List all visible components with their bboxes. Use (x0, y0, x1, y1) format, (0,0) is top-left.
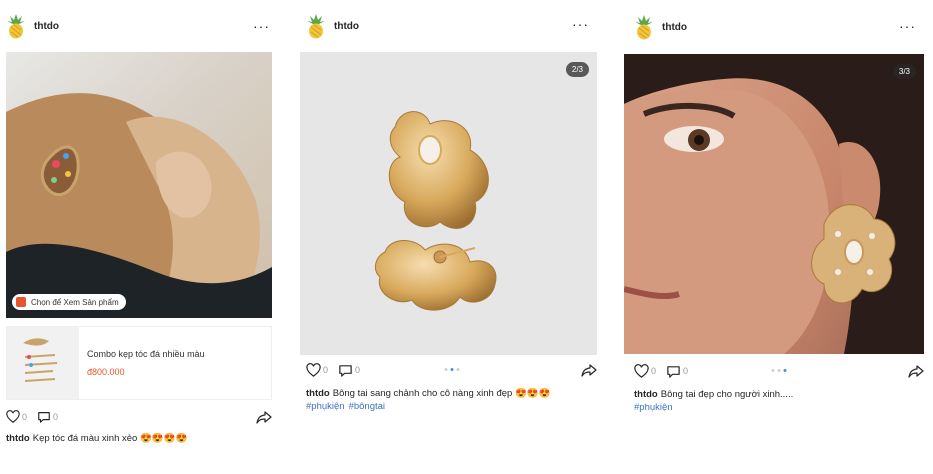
post-card-1: thtdo ··· Chọn để Xem Sản phẩm Combo kẹp… (6, 0, 272, 445)
comment-count: 0 (53, 412, 59, 422)
post-image[interactable]: 3/3 (624, 54, 924, 354)
comment-count: 0 (683, 366, 689, 376)
product-price: đ800.000 (87, 367, 125, 377)
post-card-3: thtdo ··· 3/3 0 0 thtdo Bông tai đẹp cho… (624, 0, 924, 414)
post-header: thtdo ··· (624, 0, 924, 54)
like-button[interactable]: 0 (6, 410, 27, 424)
heart-icon[interactable] (634, 364, 649, 379)
caption-username[interactable]: thtdo (306, 388, 330, 399)
like-button[interactable]: 0 (634, 364, 656, 379)
view-products-label: Chọn để Xem Sản phẩm (31, 297, 119, 307)
carousel-dot-active[interactable] (450, 368, 453, 371)
post-card-2: thtdo ··· 2/3 0 0 thtdo Bông tai sang ch… (300, 0, 597, 413)
like-button[interactable]: 0 (306, 363, 328, 378)
earring-bottom-illustration (374, 240, 497, 311)
caption-text: Bông tai đẹp cho người xinh..... (660, 389, 794, 400)
carousel-dot[interactable] (444, 368, 447, 371)
more-icon[interactable]: ··· (572, 17, 589, 31)
hashtag-phukien[interactable]: #phụkiện (306, 401, 345, 412)
image-counter: 3/3 (892, 64, 916, 79)
caption-text: Bông tai sang chảnh cho cô nàng xinh đẹp… (332, 388, 551, 399)
comment-button[interactable]: 0 (37, 410, 58, 424)
product-name[interactable]: Combo kẹp tóc đá nhiều màu (87, 349, 205, 359)
share-icon[interactable] (581, 362, 597, 378)
view-products-tag[interactable]: Chọn để Xem Sản phẩm (12, 294, 126, 310)
comment-icon[interactable] (666, 364, 681, 379)
share-icon[interactable] (256, 409, 272, 425)
pineapple-avatar-icon[interactable] (306, 13, 326, 39)
like-count: 0 (22, 412, 28, 422)
carousel-dot[interactable] (777, 369, 781, 372)
caption: thtdo Bông tai sang chảnh cho cô nàng xin… (306, 387, 597, 400)
product-info: Combo kẹp tóc đá nhiều màu đ800.000 (87, 349, 205, 377)
comment-icon[interactable] (37, 410, 51, 424)
comment-button[interactable]: 0 (338, 363, 360, 378)
carousel-dot[interactable] (771, 369, 775, 372)
action-bar: 0 0 (6, 406, 272, 428)
post-header: thtdo ··· (6, 0, 272, 52)
model-photo-illustration (624, 54, 924, 354)
hashtags: #phụkiện (634, 401, 924, 414)
share-icon[interactable] (908, 363, 924, 379)
caption-text: Kẹp tóc đá màu xinh xẻo 😍😍😍😍 (32, 433, 188, 444)
carousel-dot-active[interactable] (783, 369, 787, 372)
caption-username[interactable]: thtdo (6, 433, 30, 444)
hashtags: #phụkiện #bôngtai (306, 400, 597, 413)
caption: thtdo Bông tai đẹp cho người xinh..... (634, 388, 924, 401)
post-image[interactable]: Chọn để Xem Sản phẩm (6, 52, 272, 318)
earrings-photo-illustration (374, 111, 497, 311)
comment-icon[interactable] (338, 363, 353, 378)
comment-button[interactable]: 0 (666, 364, 688, 379)
hashtag-bongtai[interactable]: #bôngtai (349, 401, 385, 412)
image-counter: 2/3 (565, 62, 589, 77)
product-card[interactable]: Combo kẹp tóc đá nhiều màu đ800.000 (6, 326, 272, 400)
post-header: thtdo ··· (300, 0, 597, 52)
caption-username[interactable]: thtdo (634, 389, 658, 400)
carousel-dot[interactable] (456, 368, 459, 371)
hair-photo-illustration (6, 93, 272, 318)
comment-count: 0 (355, 365, 361, 375)
pineapple-avatar-icon[interactable] (6, 13, 26, 39)
carousel-dots (771, 369, 787, 372)
username[interactable]: thtdo (334, 21, 359, 32)
action-bar: 0 0 (306, 359, 597, 381)
action-bar: 0 0 (634, 360, 924, 382)
like-count: 0 (323, 365, 329, 375)
username[interactable]: thtdo (34, 21, 59, 32)
shopping-bag-icon (16, 297, 26, 307)
more-icon[interactable]: ··· (253, 19, 270, 33)
carousel-dots (444, 368, 459, 371)
hashtag-phukien[interactable]: #phụkiện (634, 402, 673, 413)
post-image[interactable]: 2/3 (300, 52, 597, 355)
earring-top-illustration (388, 111, 489, 229)
like-count: 0 (651, 366, 657, 376)
username[interactable]: thtdo (662, 22, 687, 33)
more-icon[interactable]: ··· (899, 19, 916, 33)
heart-icon[interactable] (306, 363, 321, 378)
heart-icon[interactable] (6, 410, 20, 424)
pineapple-avatar-icon[interactable] (634, 14, 654, 40)
product-thumbnail (7, 327, 79, 399)
caption: thtdo Kẹp tóc đá màu xinh xẻo 😍😍😍😍 (6, 432, 272, 445)
